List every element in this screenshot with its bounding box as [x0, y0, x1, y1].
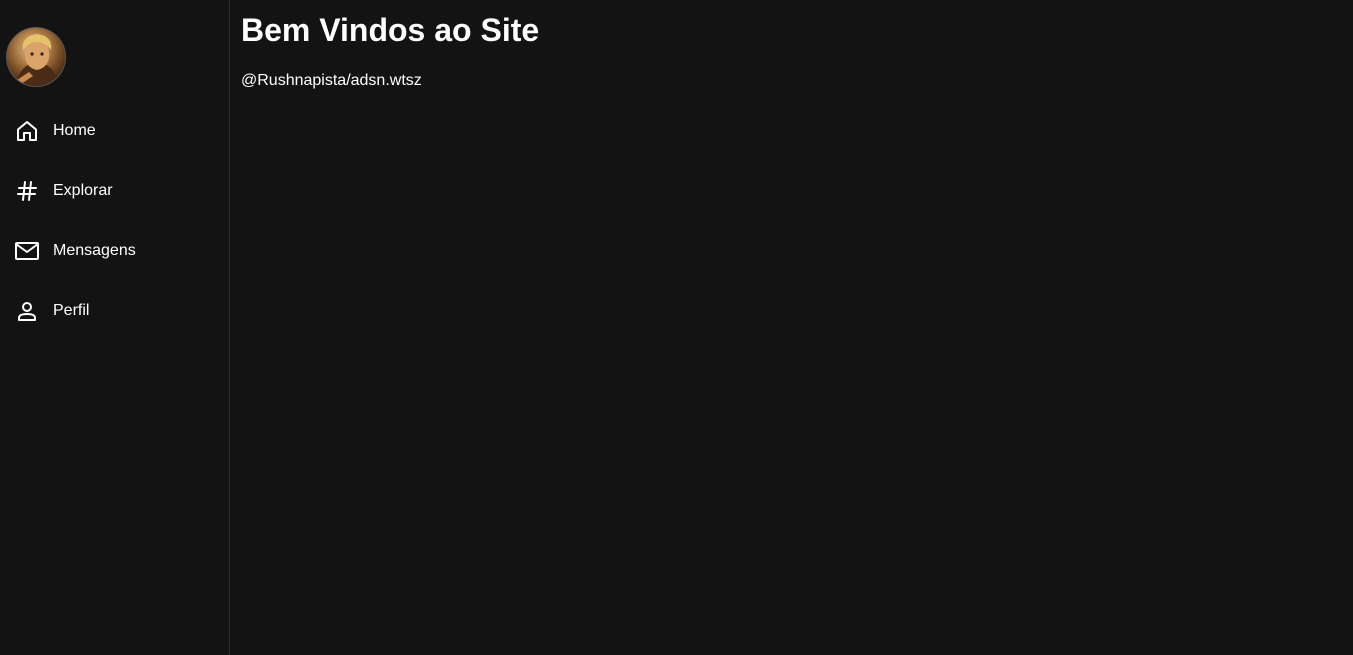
sidebar: Home Explorar Mensagens Perfil [0, 0, 230, 655]
sidebar-item-explorar[interactable]: Explorar [0, 161, 230, 221]
main-content: Bem Vindos ao Site @Rushnapista/adsn.wts… [230, 0, 1353, 655]
user-handle: @Rushnapista/adsn.wtsz [241, 72, 422, 89]
mail-icon [14, 238, 40, 264]
sidebar-item-label: Home [53, 122, 96, 139]
sidebar-item-mensagens[interactable]: Mensagens [0, 221, 230, 281]
home-icon [14, 118, 40, 144]
sidebar-item-label: Perfil [53, 302, 90, 319]
app-root: Home Explorar Mensagens Perfil Bem Vindo… [0, 0, 1353, 655]
sidebar-nav: Home Explorar Mensagens Perfil [0, 101, 230, 341]
hashtag-icon [14, 178, 40, 204]
sidebar-item-label: Mensagens [53, 242, 136, 259]
sidebar-item-home[interactable]: Home [0, 101, 230, 161]
sidebar-item-perfil[interactable]: Perfil [0, 281, 230, 341]
sidebar-item-label: Explorar [53, 182, 113, 199]
avatar[interactable] [6, 27, 66, 87]
page-title: Bem Vindos ao Site [241, 12, 540, 48]
avatar-image [15, 34, 61, 86]
user-icon [14, 298, 40, 324]
